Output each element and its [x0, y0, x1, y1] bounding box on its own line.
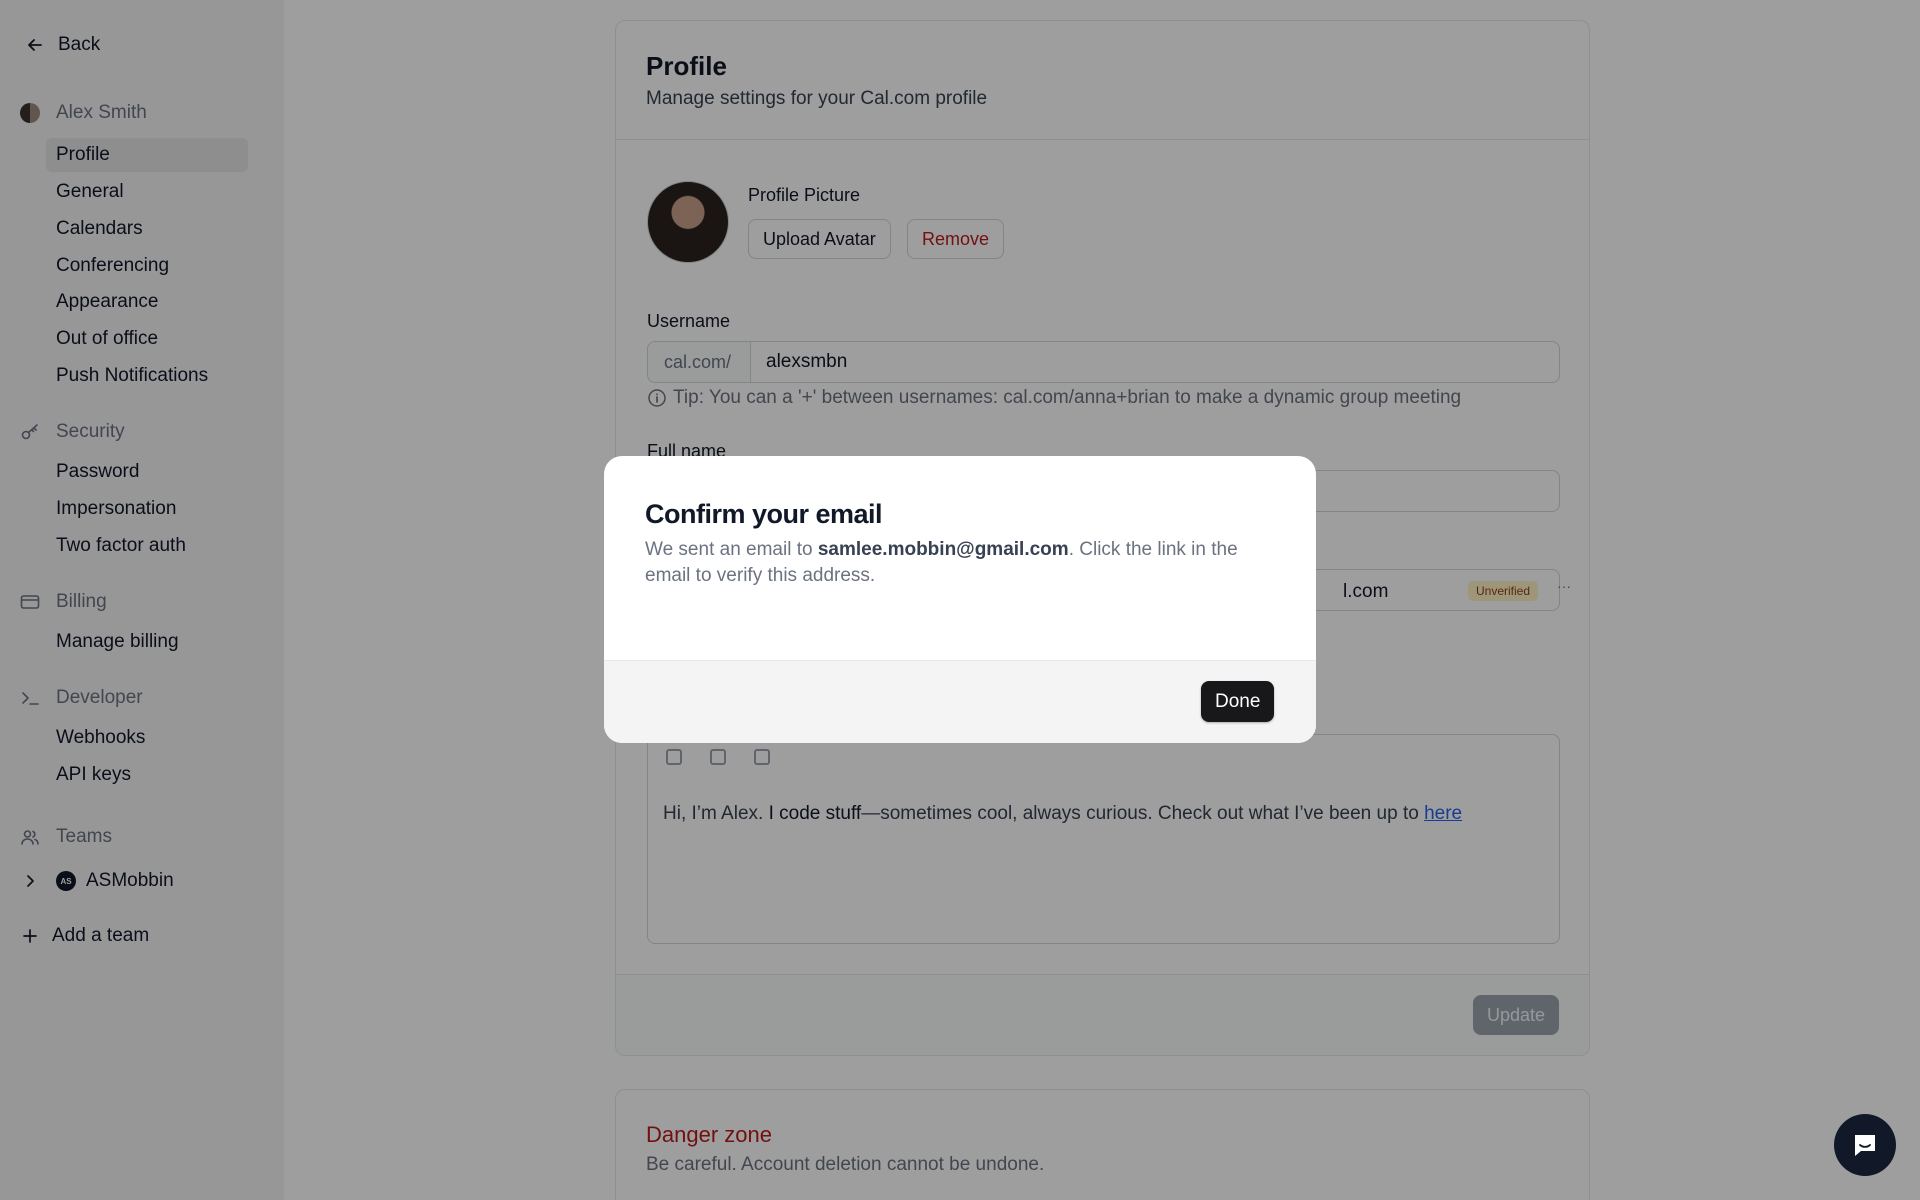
dialog-body: We sent an email to samlee.mobbin@gmail.…	[645, 539, 1238, 586]
confirm-email-dialog: Confirm your email We sent an email to s…	[604, 456, 1316, 743]
dialog-email: samlee.mobbin@gmail.com	[817, 539, 1069, 560]
dialog-title: Confirm your email	[645, 499, 883, 529]
done-button[interactable]: Done	[1201, 681, 1275, 722]
dialog-footer: Done	[604, 660, 1316, 743]
chat-launcher-button[interactable]	[1834, 1114, 1896, 1176]
chat-icon	[1855, 1135, 1875, 1156]
